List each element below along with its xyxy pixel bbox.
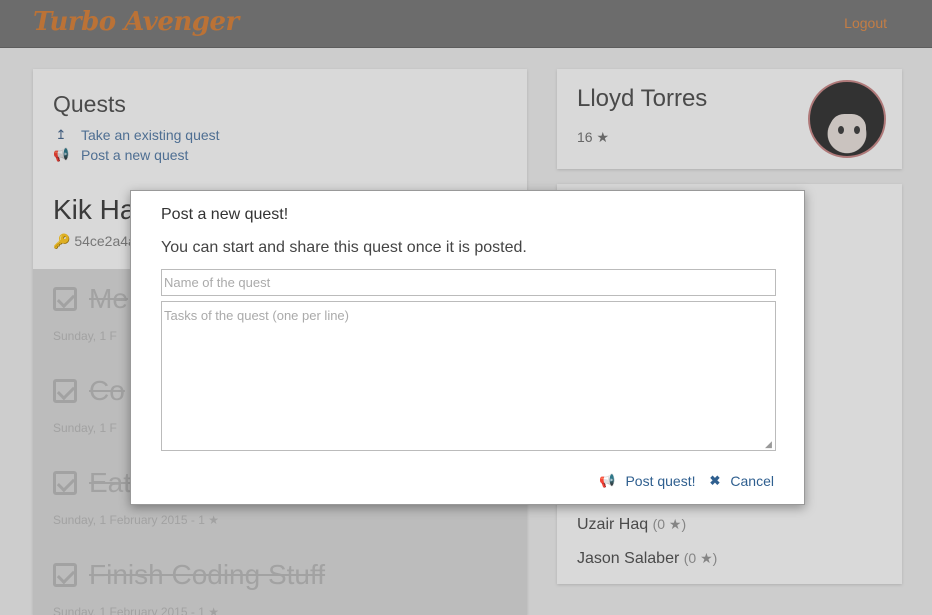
quest-name-input[interactable] — [161, 269, 776, 296]
cancel-label: Cancel — [730, 473, 774, 489]
modal-title: Post a new quest! — [161, 206, 289, 223]
resize-handle-icon[interactable]: ◢ — [765, 440, 774, 449]
bullhorn-icon: 📢 — [599, 473, 616, 488]
cancel-button[interactable]: ✖ Cancel — [710, 473, 775, 489]
modal-actions: 📢 Post quest! ✖ Cancel — [599, 473, 774, 489]
quest-tasks-textarea[interactable] — [161, 301, 776, 451]
modal-description: You can start and share this quest once … — [161, 239, 527, 256]
close-icon: ✖ — [709, 473, 721, 488]
post-quest-label: Post quest! — [625, 473, 696, 489]
post-quest-modal: Post a new quest! You can start and shar… — [130, 190, 805, 505]
post-quest-button[interactable]: 📢 Post quest! — [599, 473, 695, 489]
